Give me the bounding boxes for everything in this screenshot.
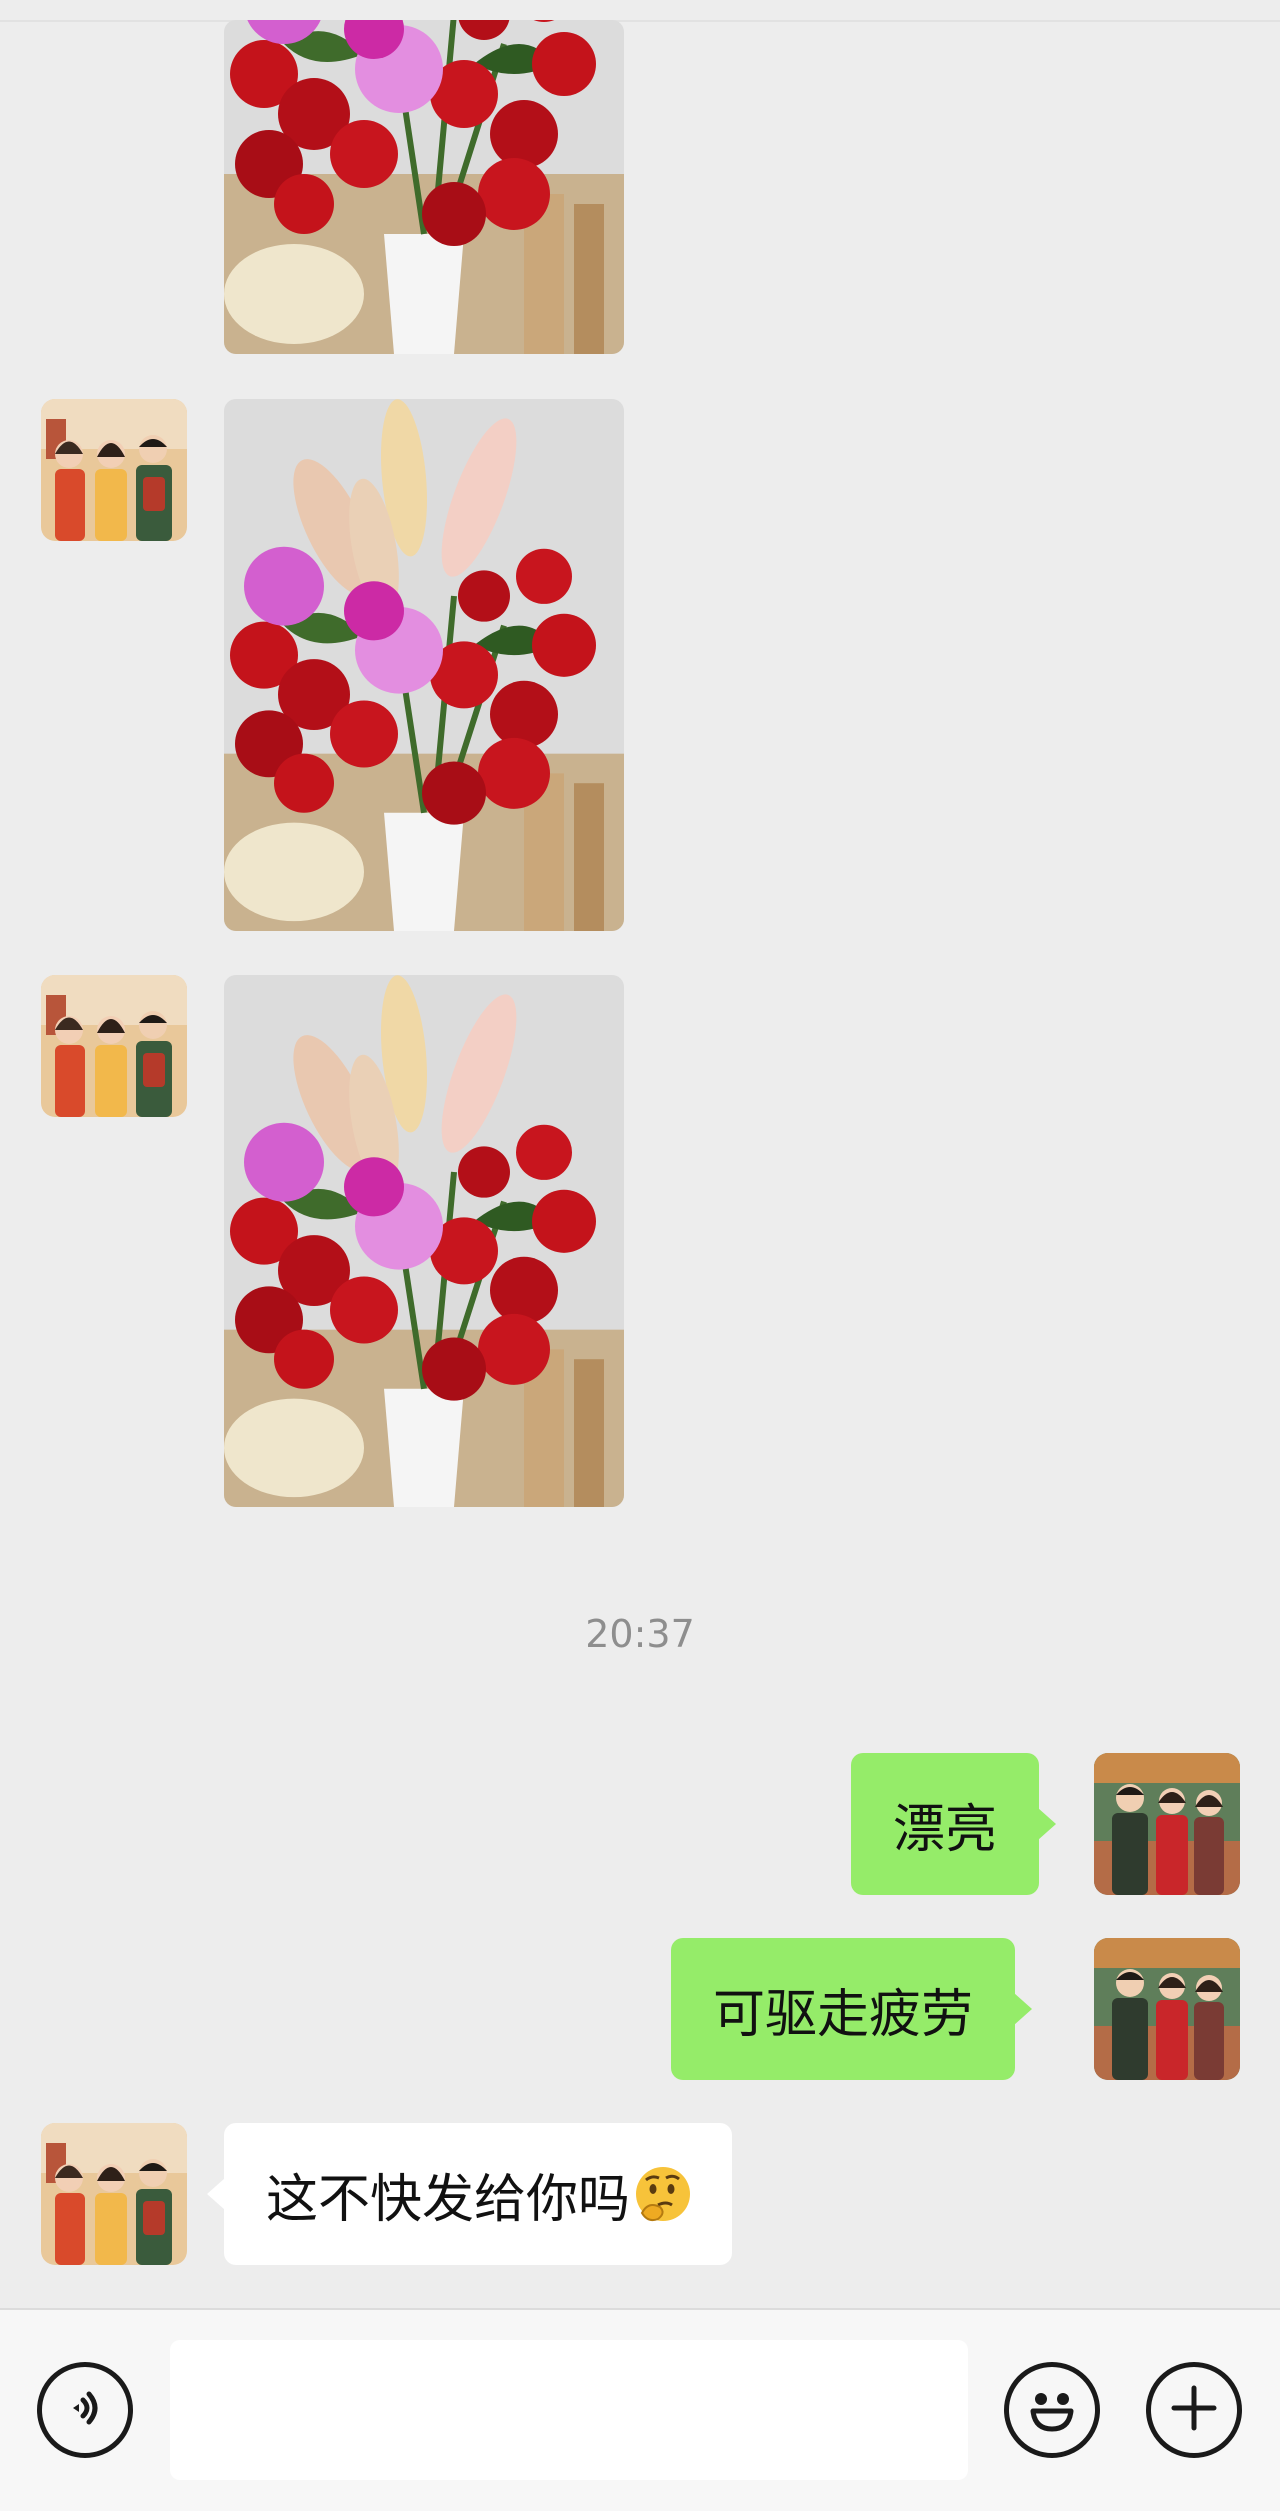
chat-photo[interactable] [224,20,624,354]
my-avatar[interactable] [1094,1938,1240,2080]
outgoing-message[interactable]: 漂亮 [851,1753,1057,1895]
message-text: 这不快发给你吗 [266,2169,631,2230]
outgoing-message[interactable]: 可驱走疲劳 [671,1938,1033,2080]
chat-timestamp: 20:37 [585,1612,695,1656]
friend-avatar[interactable] [41,975,187,1117]
chat-photo[interactable] [224,975,624,1507]
emoji-icon [1017,2373,1087,2447]
friend-avatar[interactable] [41,399,187,541]
chat-photo[interactable] [224,399,624,931]
voice-icon [55,2378,115,2442]
message-text: 漂亮 [893,1799,998,1860]
friend-avatar[interactable] [41,2123,187,2265]
thinking-face-icon [632,2163,694,2225]
message-text: 可驱走疲劳 [713,1984,974,2045]
plus-icon [1164,2378,1224,2442]
plus-button[interactable] [1146,2362,1242,2458]
emoji-button[interactable] [1004,2362,1100,2458]
my-avatar[interactable] [1094,1753,1240,1895]
input-bar [0,2308,1280,2511]
incoming-message[interactable]: 这不快发给你吗 [206,2123,733,2265]
message-input[interactable] [170,2340,968,2480]
top-edge [0,0,1280,22]
voice-button[interactable] [37,2362,133,2458]
